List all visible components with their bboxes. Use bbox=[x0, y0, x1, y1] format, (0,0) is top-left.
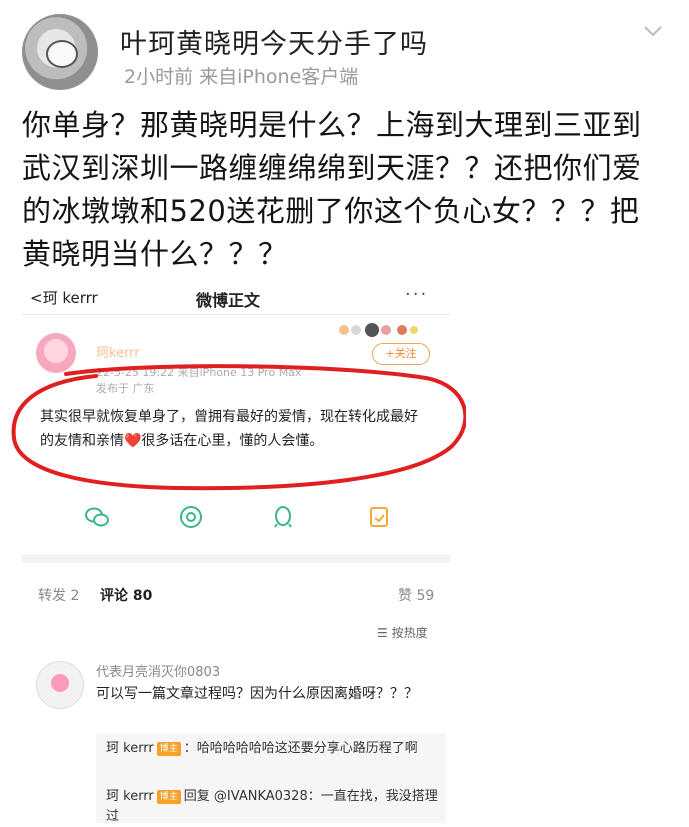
section-divider bbox=[22, 554, 450, 563]
back-label: 珂 kerrr bbox=[42, 289, 98, 307]
tab-repost[interactable]: 转发 2 bbox=[38, 585, 79, 605]
author-badge: 博主 bbox=[156, 790, 181, 804]
nav-title: 微博正文 bbox=[196, 291, 261, 310]
sort-button[interactable]: ☰ 按热度 bbox=[377, 624, 428, 641]
author-name[interactable]: 珂kerrr bbox=[96, 342, 140, 361]
qq-icon[interactable] bbox=[270, 504, 296, 530]
reply-text: ：哈哈哈哈哈哈这还要分享心路历程了啊 bbox=[183, 741, 418, 756]
reply-author[interactable]: 珂 kerrr bbox=[106, 741, 154, 756]
comment-text: 可以写一篇文章过程吗？因为什么原因离婚呀？？？ bbox=[96, 686, 418, 702]
commenter-avatar[interactable] bbox=[36, 661, 84, 709]
commenter-name[interactable]: 代表月亮消灭你0803 bbox=[96, 661, 220, 680]
reply-author[interactable]: 珂 kerrr bbox=[106, 789, 154, 804]
tab-like[interactable]: 赞 59 bbox=[398, 585, 434, 605]
avatar-icon bbox=[51, 674, 69, 692]
post-body: 你单身？那黄晓明是什么？上海到大理到三亚到武汉到深圳一路缠缠绵绵到天涯？？还把你… bbox=[22, 108, 642, 271]
panda-avatar-icon bbox=[46, 40, 78, 68]
divider bbox=[22, 314, 450, 315]
sort-icon: ☰ bbox=[377, 626, 392, 640]
chevron-left-icon: < bbox=[30, 289, 43, 307]
back-button[interactable]: <珂 kerrr bbox=[30, 287, 98, 308]
sort-label: 按热度 bbox=[391, 626, 428, 640]
red-circle-annotation bbox=[11, 364, 466, 491]
more-icon[interactable]: ··· bbox=[405, 284, 428, 305]
tab-comment[interactable]: 评论 80 bbox=[100, 585, 152, 605]
follow-button[interactable]: +关注 bbox=[372, 343, 430, 365]
post-title: 叶珂黄晓明今天分手了吗 bbox=[120, 29, 428, 60]
chevron-down-icon[interactable] bbox=[642, 20, 664, 42]
user-avatar[interactable] bbox=[22, 14, 98, 90]
reply-item: 珂 kerrr 博主 回复 @IVANKA0328：一直在找，我没搭理过 bbox=[106, 787, 442, 827]
share-actions-row bbox=[22, 498, 450, 542]
wechat-icon[interactable] bbox=[84, 504, 110, 530]
author-badge: 博主 bbox=[156, 742, 181, 756]
save-icon[interactable] bbox=[366, 504, 392, 530]
decoration-icon bbox=[339, 323, 418, 337]
moments-icon[interactable] bbox=[178, 504, 204, 530]
post-meta: 2小时前 来自iPhone客户端 bbox=[124, 66, 359, 88]
reply-item: 珂 kerrr 博主 ：哈哈哈哈哈哈这还要分享心路历程了啊 bbox=[106, 739, 442, 759]
